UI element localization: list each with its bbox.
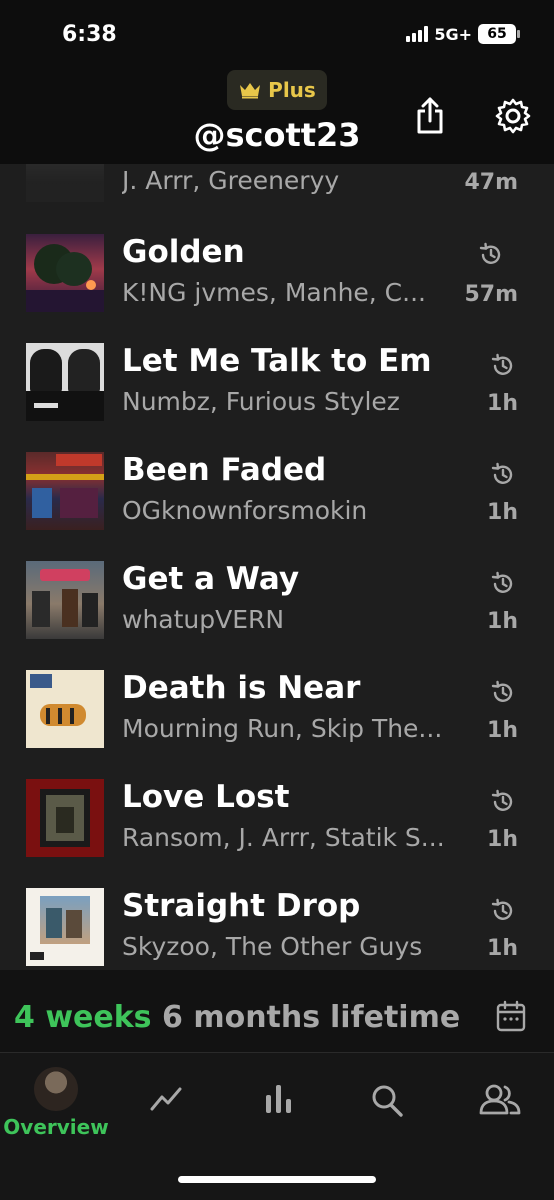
track-title: Death is Near <box>122 670 361 706</box>
track-artist: OGknownforsmokin <box>122 496 368 525</box>
username: @scott23 <box>193 116 361 154</box>
track-artist: Numbz, Furious Stylez <box>122 387 400 416</box>
album-cover <box>26 888 104 966</box>
tab-trends[interactable] <box>140 1083 192 1173</box>
track-time: 1h <box>487 391 518 416</box>
history-icon <box>491 898 513 920</box>
tab-overview[interactable]: Overview <box>0 1063 112 1153</box>
share-button[interactable] <box>410 96 450 136</box>
track-title: Straight Drop <box>122 888 361 924</box>
range-4-weeks[interactable]: 4 weeks <box>14 1000 152 1035</box>
profile-header: Plus @scott23 <box>0 70 554 164</box>
album-cover <box>26 561 104 639</box>
cellular-signal-icon <box>406 26 429 42</box>
time-range-selector: 4 weeks 6 months lifetime <box>0 970 554 1052</box>
history-icon <box>491 571 513 593</box>
track-row[interactable]: Golden K!NG jvmes, Manhe, C... 57m <box>0 232 554 341</box>
network-type: 5G+ <box>434 24 472 44</box>
status-bar: 6:38 5G+ 65 <box>0 0 554 70</box>
track-row[interactable]: Love Lost Ransom, J. Arrr, Statik S... 1… <box>0 777 554 886</box>
home-indicator <box>178 1176 376 1183</box>
recent-tracks-list[interactable]: J. Arrr, Greeneryy 47m Golden K!NG jvmes… <box>0 164 554 970</box>
track-time: 1h <box>487 500 518 525</box>
track-title: Golden <box>122 234 245 270</box>
album-cover <box>26 234 104 312</box>
track-row[interactable]: Straight Drop Skyzoo, The Other Guys 1h <box>0 886 554 970</box>
album-cover <box>26 670 104 748</box>
friends-icon <box>479 1084 521 1115</box>
tab-overview-label: Overview <box>3 1115 109 1139</box>
track-time: 1h <box>487 936 518 961</box>
album-cover <box>26 452 104 530</box>
track-title: Love Lost <box>122 779 290 815</box>
history-icon <box>491 789 513 811</box>
track-time: 1h <box>487 609 518 634</box>
search-icon <box>372 1085 403 1117</box>
share-icon <box>417 97 443 134</box>
status-indicators: 5G+ 65 <box>406 24 520 44</box>
tab-friends[interactable] <box>474 1083 526 1173</box>
history-icon <box>479 242 501 264</box>
range-6-months[interactable]: 6 months <box>162 1000 320 1035</box>
track-row[interactable]: Been Faded OGknownforsmokin 1h <box>0 450 554 559</box>
battery-level: 65 <box>487 26 507 42</box>
track-title: Get a Way <box>122 561 300 597</box>
history-icon <box>491 353 513 375</box>
plus-badge[interactable]: Plus <box>227 70 327 110</box>
album-cover <box>26 779 104 857</box>
track-time: 1h <box>487 718 518 743</box>
album-cover <box>26 164 104 202</box>
status-time: 6:38 <box>62 22 117 47</box>
track-row[interactable]: J. Arrr, Greeneryy 47m <box>0 164 554 207</box>
battery-icon: 65 <box>478 24 520 44</box>
track-row[interactable]: Death is Near Mourning Run, Skip The... … <box>0 668 554 777</box>
trends-icon <box>150 1087 182 1111</box>
crown-icon <box>240 83 261 99</box>
history-icon <box>491 680 513 702</box>
track-time: 47m <box>464 170 518 195</box>
track-title: Let Me Talk to Em <box>122 343 432 379</box>
tab-search[interactable] <box>362 1083 414 1173</box>
track-time: 57m <box>464 282 518 307</box>
tab-charts[interactable] <box>252 1083 304 1173</box>
album-cover <box>26 343 104 421</box>
track-row[interactable]: Let Me Talk to Em Numbz, Furious Stylez … <box>0 341 554 450</box>
track-artist: Ransom, J. Arrr, Statik S... <box>122 823 445 852</box>
track-time: 1h <box>487 827 518 852</box>
range-lifetime[interactable]: lifetime <box>330 1000 460 1035</box>
track-artist: Skyzoo, The Other Guys <box>122 932 423 961</box>
track-artist: K!NG jvmes, Manhe, C... <box>122 278 426 307</box>
history-icon <box>491 462 513 484</box>
track-artist: whatupVERN <box>122 605 285 634</box>
track-row[interactable]: Get a Way whatupVERN 1h <box>0 559 554 668</box>
plus-badge-label: Plus <box>268 78 316 102</box>
track-title: Been Faded <box>122 452 327 488</box>
avatar <box>34 1067 78 1111</box>
settings-button[interactable] <box>493 96 533 136</box>
calendar-button[interactable] <box>496 1000 526 1032</box>
calendar-icon <box>496 1000 526 1032</box>
settings-icon <box>495 98 531 134</box>
track-artist: Mourning Run, Skip The... <box>122 714 443 743</box>
track-artist: J. Arrr, Greeneryy <box>122 166 340 195</box>
charts-icon <box>266 1085 291 1113</box>
